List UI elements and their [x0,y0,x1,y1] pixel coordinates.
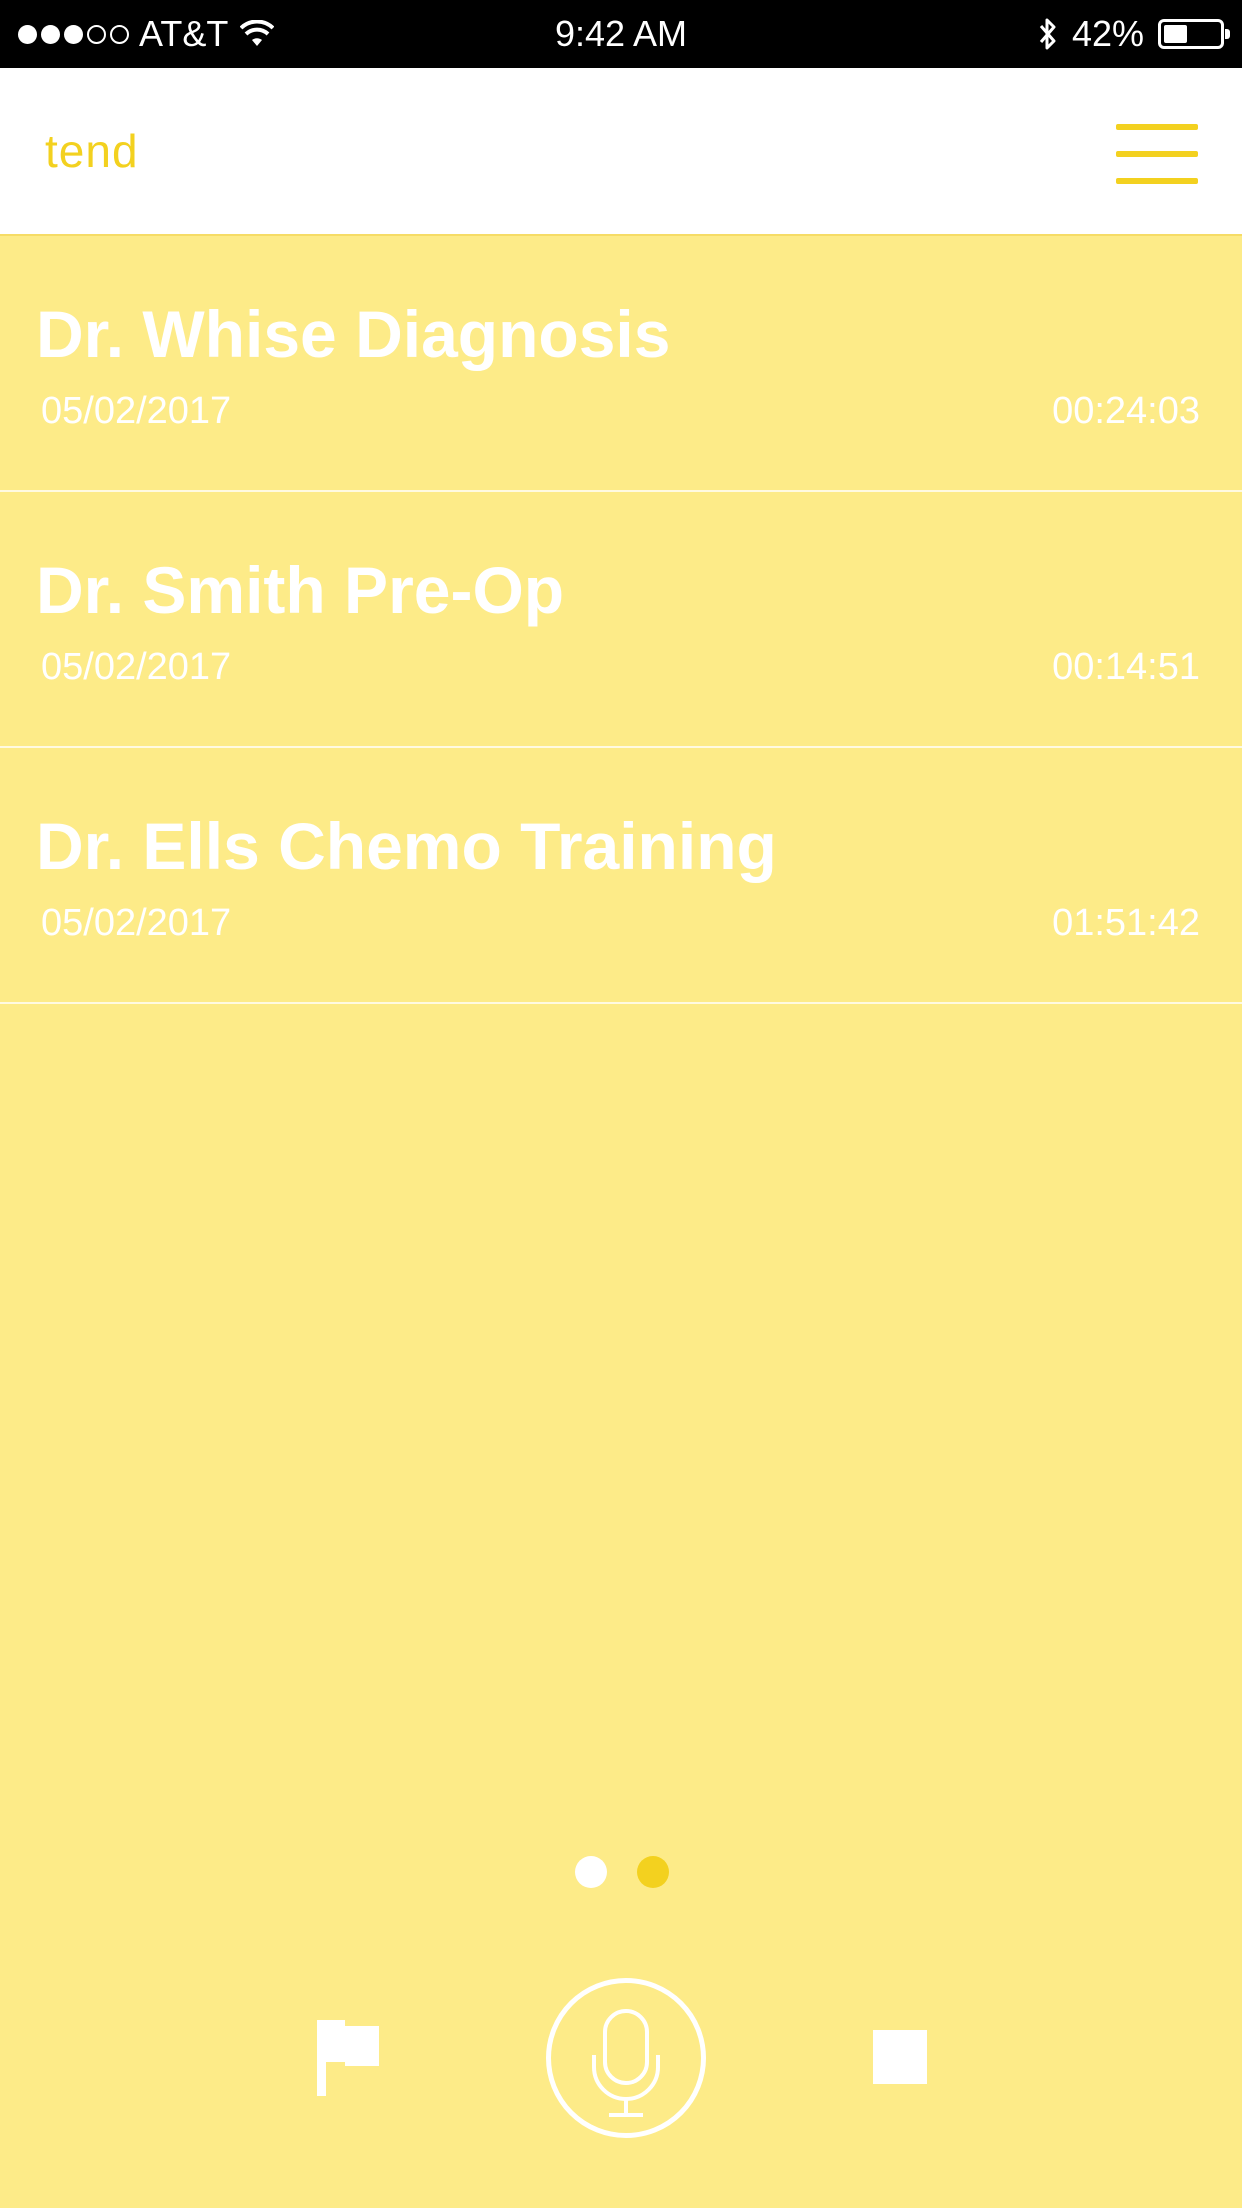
status-bar: AT&T 9:42 AM 42% [0,0,1242,68]
app-header: tend [0,68,1242,236]
page-dot-2[interactable] [637,1856,669,1888]
bluetooth-icon [1039,18,1056,50]
recording-title: Dr. Ells Chemo Training [36,809,777,883]
recording-duration: 01:51:42 [1052,902,1200,944]
recording-item[interactable]: Dr. Smith Pre-Op 05/02/2017 00:14:51 [0,492,1242,748]
recordings-list: Dr. Whise Diagnosis 05/02/2017 00:24:03 … [0,236,1242,1004]
recording-duration: 00:24:03 [1052,390,1200,432]
page-dot-1[interactable] [575,1856,607,1888]
stop-icon[interactable] [873,2030,927,2084]
battery-level [1164,25,1187,43]
record-button[interactable] [546,1978,706,2138]
battery-icon [1158,19,1230,49]
recording-title: Dr. Whise Diagnosis [36,297,671,371]
flag-icon[interactable] [315,2018,381,2096]
recording-item[interactable]: Dr. Whise Diagnosis 05/02/2017 00:24:03 [0,236,1242,492]
recording-title: Dr. Smith Pre-Op [36,553,565,627]
recording-item[interactable]: Dr. Ells Chemo Training 05/02/2017 01:51… [0,748,1242,1004]
recording-date: 05/02/2017 [41,646,232,688]
recording-duration: 00:14:51 [1052,646,1200,688]
recording-date: 05/02/2017 [41,390,232,432]
status-right: 42% [1038,0,1230,68]
page-indicator [0,1856,1242,1888]
hamburger-menu-icon[interactable] [1116,124,1198,184]
app-logo: tend [45,125,139,177]
battery-percentage: 42% [1071,13,1144,54]
microphone-icon [592,2009,660,2117]
recording-date: 05/02/2017 [41,902,232,944]
